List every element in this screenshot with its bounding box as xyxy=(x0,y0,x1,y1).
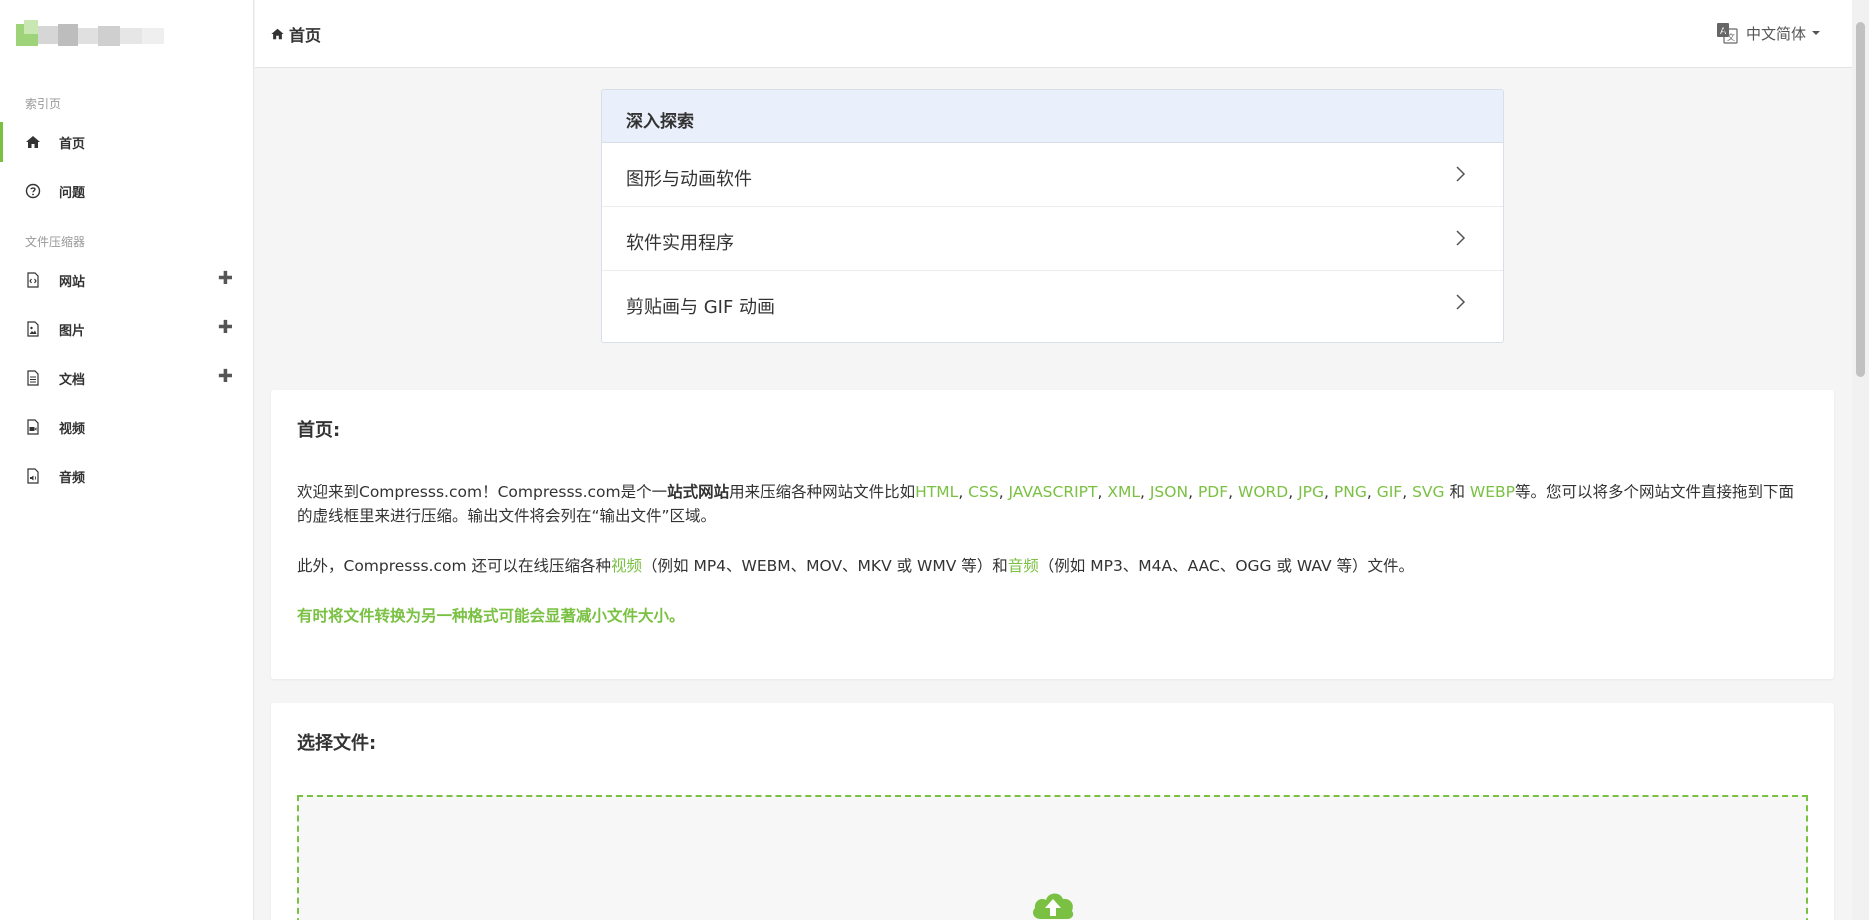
code-file-icon xyxy=(27,272,39,288)
language-label: 中文简体 xyxy=(1745,24,1806,43)
chevron-right-icon xyxy=(1456,294,1466,310)
translate-icon: A文 xyxy=(1716,23,1738,44)
sidebar-section-index: 索引页 xyxy=(25,97,62,111)
sidebar-item-label: 图片 xyxy=(59,324,86,339)
format-link-json[interactable]: JSON xyxy=(1150,483,1188,501)
format-link-pdf[interactable]: PDF xyxy=(1198,483,1228,501)
sidebar-item-label: 视频 xyxy=(59,422,86,437)
language-selector[interactable]: A文 中文简体 xyxy=(1716,22,1820,44)
intro-bold-text: 站式网站 xyxy=(667,483,730,501)
explore-item-clipart-gif[interactable]: 剪贴画与 GIF 动画 xyxy=(602,271,1503,335)
home-icon xyxy=(271,28,284,40)
sidebar-item-faq[interactable]: 问题 xyxy=(0,171,253,211)
explore-item-label: 图形与动画软件 xyxy=(626,169,752,190)
sidebar-item-label: 音频 xyxy=(59,471,86,486)
sidebar-item-label: 问题 xyxy=(59,186,86,201)
format-link-webp[interactable]: WEBP xyxy=(1470,483,1515,501)
sidebar-item-home[interactable]: 首页 xyxy=(0,122,253,162)
sidebar-item-label: 文档 xyxy=(59,373,86,388)
explore-item-label: 剪贴画与 GIF 动画 xyxy=(626,297,776,318)
audio-file-icon xyxy=(27,468,39,484)
tip-text: 有时将文件转换为另一种格式可能会显著减小文件大小。 xyxy=(297,607,685,625)
question-circle-icon xyxy=(25,183,41,199)
page-scrollbar[interactable] xyxy=(1852,0,1869,920)
sidebar-item-audio[interactable]: 音频 xyxy=(0,456,253,496)
sidebar-item-label: 首页 xyxy=(59,137,86,152)
home-icon xyxy=(26,136,40,148)
explore-item-graphics-software[interactable]: 图形与动画软件 xyxy=(602,143,1503,207)
cloud-upload-icon[interactable] xyxy=(1029,885,1077,920)
breadcrumb[interactable]: 首页 xyxy=(270,22,321,46)
file-drop-zone[interactable] xyxy=(297,795,1808,920)
intro-text: 用来压缩各种网站文件比如 xyxy=(729,483,916,501)
explore-item-software-utilities[interactable]: 软件实用程序 xyxy=(602,207,1503,271)
video-file-icon xyxy=(27,419,39,435)
video-link[interactable]: 视频 xyxy=(611,557,642,575)
svg-text:文: 文 xyxy=(1727,32,1735,42)
format-link-png[interactable]: PNG xyxy=(1334,483,1367,501)
expand-plus-icon[interactable]: ✚ xyxy=(218,270,233,288)
site-logo[interactable] xyxy=(16,20,164,50)
sidebar-item-website[interactable]: 网站 ✚ xyxy=(0,260,253,300)
media-text: 此外，Compresss.com 还可以在线压缩各种 xyxy=(297,557,611,575)
format-link-svg[interactable]: SVG xyxy=(1412,483,1444,501)
document-file-icon xyxy=(27,370,39,386)
caret-down-icon xyxy=(1812,31,1820,35)
format-link-css[interactable]: CSS xyxy=(968,483,999,501)
select-file-card: 选择文件: xyxy=(271,703,1834,920)
format-link-word[interactable]: WORD xyxy=(1238,483,1288,501)
intro-title: 首页: xyxy=(297,420,341,441)
sidebar: 索引页 首页 问题 文件压缩器 网站 ✚ 图片 ✚ 文档 ✚ 视频 音频 xyxy=(0,0,254,920)
chevron-right-icon xyxy=(1456,230,1466,246)
top-bar: 首页 A文 中文简体 xyxy=(255,0,1852,68)
media-paragraph: 此外，Compresss.com 还可以在线压缩各种视频（例如 MP4、WEBM… xyxy=(297,554,1807,578)
format-link-xml[interactable]: XML xyxy=(1107,483,1140,501)
sidebar-item-label: 网站 xyxy=(59,275,86,290)
explore-item-label: 软件实用程序 xyxy=(626,233,734,254)
intro-card: 首页: 欢迎来到Compresss.com！Compresss.com是个一站式… xyxy=(271,390,1834,679)
format-link-jpg[interactable]: JPG xyxy=(1298,483,1324,501)
format-link-html[interactable]: HTML xyxy=(915,483,958,501)
sidebar-section-compressor: 文件压缩器 xyxy=(25,235,86,249)
image-file-icon xyxy=(27,321,39,337)
media-text: （例如 MP4、WEBM、MOV、MKV 或 WMV 等）和 xyxy=(642,557,1008,575)
format-link-gif[interactable]: GIF xyxy=(1377,483,1403,501)
sidebar-item-video[interactable]: 视频 xyxy=(0,407,253,447)
intro-text: 和 xyxy=(1449,483,1465,501)
expand-plus-icon[interactable]: ✚ xyxy=(218,319,233,337)
explore-panel: 深入探索 图形与动画软件 软件实用程序 剪贴画与 GIF 动画 xyxy=(601,89,1504,343)
chevron-right-icon xyxy=(1456,166,1466,182)
explore-title: 深入探索 xyxy=(602,90,1503,143)
sidebar-item-documents[interactable]: 文档 ✚ xyxy=(0,358,253,398)
intro-paragraph: 欢迎来到Compresss.com！Compresss.com是个一站式网站用来… xyxy=(297,483,1795,525)
select-file-title: 选择文件: xyxy=(297,733,377,754)
expand-plus-icon[interactable]: ✚ xyxy=(218,368,233,386)
scrollbar-thumb[interactable] xyxy=(1856,22,1865,377)
sidebar-item-images[interactable]: 图片 ✚ xyxy=(0,309,253,349)
media-text: （例如 MP3、M4A、AAC、OGG 或 WAV 等）文件。 xyxy=(1038,557,1415,575)
audio-link[interactable]: 音频 xyxy=(1008,557,1039,575)
breadcrumb-label: 首页 xyxy=(289,26,322,45)
intro-text: 欢迎来到Compresss.com！Compresss.com是个一 xyxy=(297,483,668,501)
format-link-javascript[interactable]: JAVASCRIPT xyxy=(1009,483,1098,501)
